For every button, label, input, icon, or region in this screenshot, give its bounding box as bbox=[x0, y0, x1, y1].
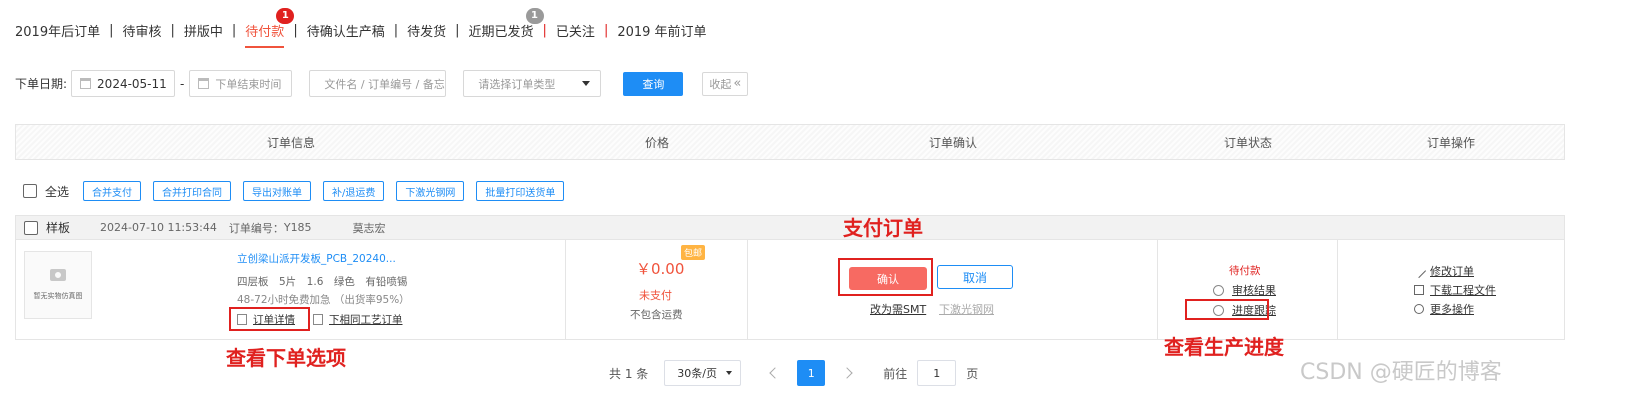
order-no: Y185 bbox=[283, 221, 312, 234]
watermark: CSDN @硬匠的博客 bbox=[1300, 360, 1502, 385]
order-type: 样板 bbox=[46, 221, 71, 235]
col-order-info: 订单信息 bbox=[266, 135, 315, 150]
tab-pending-production-confirm[interactable]: 待确认生产稿 bbox=[307, 21, 385, 40]
detail-highlight-box bbox=[229, 307, 310, 331]
check-circle-icon bbox=[1213, 284, 1224, 296]
start-date-input[interactable]: 2024-05-11 bbox=[71, 70, 176, 97]
order-price: ￥0.00 bbox=[636, 260, 685, 278]
free-shipping-tag: 包邮 bbox=[681, 245, 706, 260]
col-order-status: 订单状态 bbox=[1223, 135, 1272, 150]
pending-payment-badge: 1 bbox=[276, 7, 295, 24]
tab-followed[interactable]: 已关注 bbox=[556, 21, 595, 40]
order-tabs: 2019年后订单 | 待审核 | 拼版中 | 待付款 1 | 待确认生产稿 | … bbox=[15, 7, 707, 48]
export-statement-button[interactable]: 导出对账单 bbox=[243, 181, 312, 201]
product-thumbnail: 暂无实物仿真图 bbox=[24, 251, 92, 319]
order-checkbox[interactable] bbox=[24, 220, 38, 235]
change-to-smt-link[interactable]: 改为需SMT bbox=[870, 301, 926, 317]
order-date-label: 下单日期: bbox=[15, 77, 68, 91]
camera-icon bbox=[50, 269, 66, 281]
shipping-note: 不包含运费 bbox=[630, 309, 683, 321]
page-unit: 页 bbox=[966, 366, 979, 381]
reorder-same-process-link[interactable]: 下相同工艺订单 bbox=[329, 312, 403, 327]
order-customer: 莫志宏 bbox=[352, 221, 386, 235]
next-page-icon[interactable] bbox=[841, 367, 853, 379]
tab-recently-shipped[interactable]: 近期已发货 1 bbox=[469, 7, 544, 40]
col-order-confirm: 订单确认 bbox=[928, 135, 977, 150]
more-icon bbox=[1414, 304, 1424, 314]
annotation-pay-order: 支付订单 bbox=[843, 216, 923, 240]
collapse-button[interactable]: 收起 « bbox=[702, 71, 749, 96]
edit-document-icon bbox=[313, 314, 323, 325]
tab-pending-review[interactable]: 待审核 bbox=[122, 21, 161, 40]
status-cell: 待付款 审核结果 进度跟踪 bbox=[1158, 240, 1338, 339]
product-spec: 四层板 5片 1.6 绿色 有铅喷锡 bbox=[237, 276, 408, 288]
merge-print-contract-button[interactable]: 合并打印合同 bbox=[153, 181, 232, 201]
cancel-button[interactable]: 取消 bbox=[937, 265, 1013, 289]
product-name-link[interactable]: 立创梁山派开发板_PCB_20240... bbox=[237, 251, 396, 266]
batch-actions: 全选 合并支付 合并打印合同 导出对账单 补/退运费 下激光钢网 批量打印送货单 bbox=[23, 181, 576, 201]
tab-after-2019[interactable]: 2019年后订单 bbox=[15, 21, 100, 40]
goto-label: 前往 bbox=[883, 366, 908, 381]
ops-cell: 修改订单 下载工程文件 更多操作 bbox=[1338, 240, 1566, 339]
confirm-cell: 确认 取消 改为需SMT 下激光钢网 bbox=[748, 240, 1158, 339]
prev-page-icon[interactable] bbox=[769, 367, 781, 379]
tab-before-2019[interactable]: 2019 年前订单 bbox=[617, 21, 706, 40]
download-icon bbox=[1414, 285, 1424, 295]
review-result-link[interactable]: 审核结果 bbox=[1232, 282, 1276, 298]
col-order-ops: 订单操作 bbox=[1426, 135, 1475, 150]
order-no-label: 订单编号： bbox=[228, 221, 284, 235]
recently-shipped-badge: 1 bbox=[525, 7, 544, 24]
filter-bar: 下单日期: 2024-05-11 - 下单结束时间 文件名 / 订单编号 / 备… bbox=[15, 70, 749, 97]
tab-panelizing[interactable]: 拼版中 bbox=[184, 21, 223, 40]
query-button[interactable]: 查询 bbox=[623, 71, 684, 96]
page-1-button[interactable]: 1 bbox=[797, 360, 826, 386]
chevron-down-icon bbox=[582, 81, 591, 86]
laser-stencil-link[interactable]: 下激光钢网 bbox=[939, 301, 994, 317]
tab-pending-shipment[interactable]: 待发货 bbox=[407, 21, 446, 40]
price-cell: ￥0.00 包邮 未支付 不包含运费 bbox=[566, 240, 748, 339]
double-chevron-left-icon: « bbox=[733, 76, 742, 91]
laser-stencil-button[interactable]: 下激光钢网 bbox=[396, 181, 465, 201]
total-count: 共 1 条 bbox=[609, 366, 649, 381]
download-engineering-files-link[interactable]: 下载工程文件 bbox=[1430, 282, 1496, 298]
more-ops-row: 更多操作 bbox=[1414, 301, 1474, 317]
end-date-input[interactable]: 下单结束时间 bbox=[189, 70, 293, 97]
calendar-icon bbox=[198, 78, 210, 89]
more-operations-link[interactable]: 更多操作 bbox=[1430, 301, 1474, 317]
batch-print-delivery-button[interactable]: 批量打印送货单 bbox=[476, 181, 565, 201]
review-result-row: 审核结果 bbox=[1213, 282, 1276, 298]
calendar-icon bbox=[80, 78, 92, 89]
order-datetime: 2024-07-10 11:53:44 bbox=[100, 221, 217, 234]
pagination: 共 1 条 30条/页 1 前往 1 页 bbox=[609, 360, 978, 386]
select-all-label: 全选 bbox=[45, 184, 70, 199]
confirm-highlight-box bbox=[838, 258, 933, 296]
annotation-view-progress: 查看生产进度 bbox=[1164, 335, 1284, 359]
search-input[interactable]: 文件名 / 订单编号 / 备忘 bbox=[309, 70, 447, 97]
pencil-icon bbox=[1411, 263, 1427, 279]
table-header: 订单信息 价格 订单确认 订单状态 订单操作 bbox=[15, 124, 1565, 160]
edit-order-link[interactable]: 修改订单 bbox=[1430, 263, 1474, 279]
progress-highlight-box bbox=[1185, 299, 1269, 320]
annotation-view-options: 查看下单选项 bbox=[226, 346, 346, 370]
shipping-refund-button[interactable]: 补/退运费 bbox=[323, 181, 385, 201]
select-all-checkbox[interactable] bbox=[23, 184, 37, 198]
chevron-down-icon bbox=[726, 371, 733, 375]
download-files-row: 下载工程文件 bbox=[1414, 282, 1496, 298]
edit-order-row: 修改订单 bbox=[1411, 263, 1474, 279]
merge-pay-button[interactable]: 合并支付 bbox=[83, 181, 142, 201]
order-header: 样板 2024-07-10 11:53:44 订单编号： Y185 莫志宏 bbox=[15, 215, 1565, 240]
free-expedite-note: 48-72小时免费加急 （出货率95%） bbox=[237, 294, 410, 306]
col-price: 价格 bbox=[644, 135, 669, 150]
payment-state: 未支付 bbox=[639, 289, 672, 302]
page-size-select[interactable]: 30条/页 bbox=[664, 360, 742, 386]
goto-page-input[interactable]: 1 bbox=[917, 360, 957, 386]
order-type-select[interactable]: 请选择订单类型 bbox=[463, 70, 602, 97]
order-status: 待付款 bbox=[1229, 265, 1261, 277]
tab-pending-payment[interactable]: 待付款 1 bbox=[245, 7, 295, 48]
